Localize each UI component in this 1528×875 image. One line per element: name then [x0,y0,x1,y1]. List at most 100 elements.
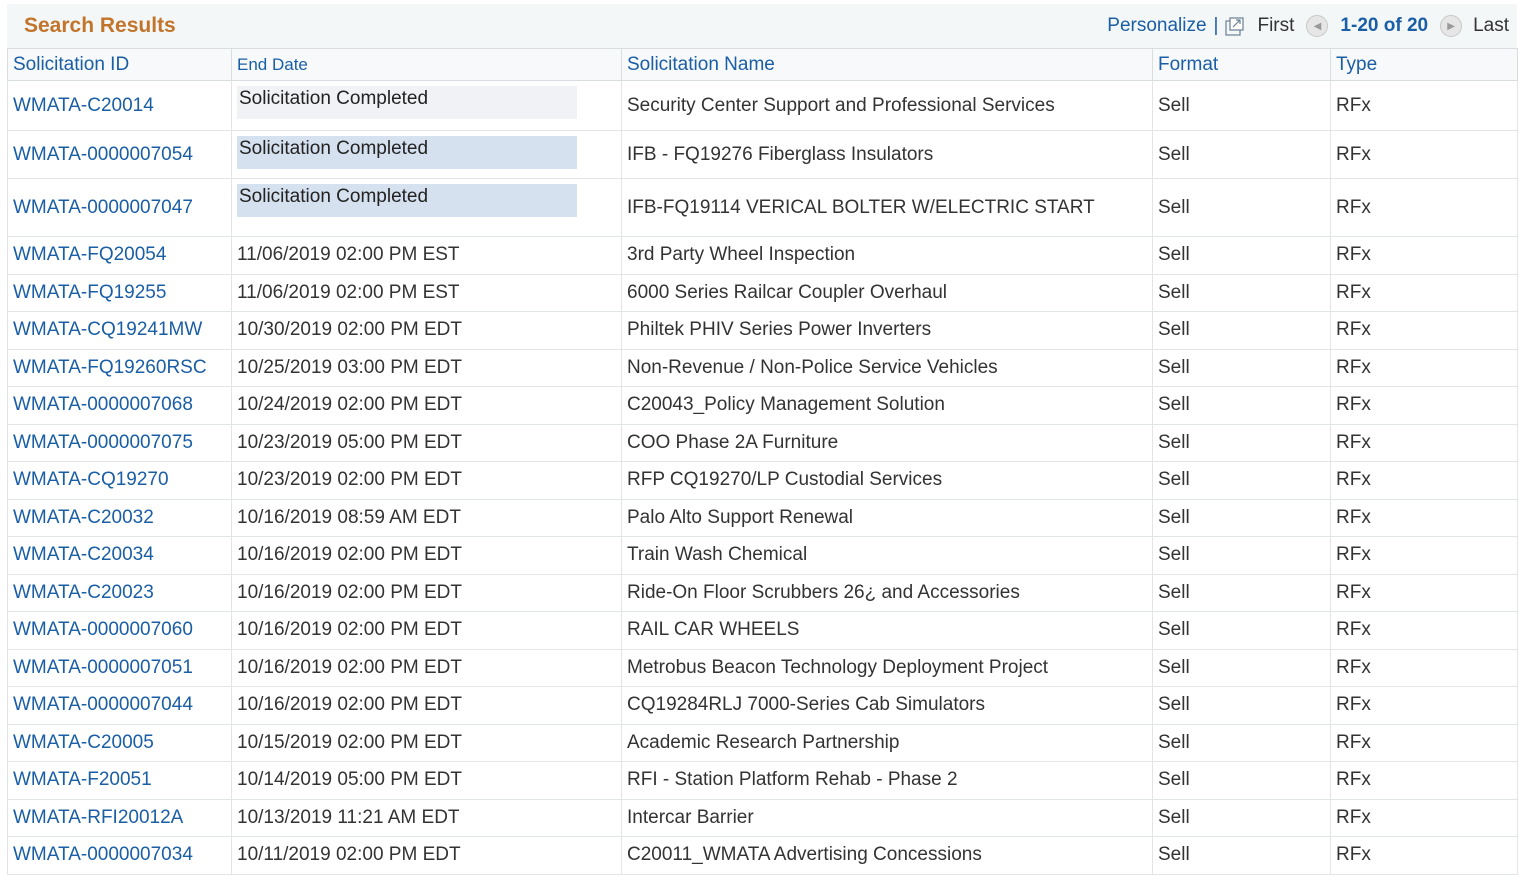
end-date-cell: 10/23/2019 02:00 PM EDT [231,461,622,500]
table-row: WMATA-FQ20054 11/06/2019 02:00 PM EST 3rd … [7,236,1518,275]
solicitation-name-cell: Train Wash Chemical [621,536,1153,575]
type-cell: RFx [1330,311,1518,350]
format-cell: Sell [1152,611,1331,650]
table-row: WMATA-F20051 10/14/2019 05:00 PM EDT RFI -… [7,761,1518,800]
personalize-link[interactable]: Personalize [1107,15,1206,37]
solicitation-name-cell: Intercar Barrier [621,798,1153,837]
format-cell: Sell [1152,536,1331,575]
solicitation-id-link[interactable]: WMATA-0000007044 [7,686,232,725]
column-header-end-date[interactable]: End Date [231,48,622,81]
column-header-solicitation-id[interactable]: Solicitation ID [7,48,232,81]
end-date-cell: 10/24/2019 02:00 PM EDT [231,386,622,425]
solicitation-name-cell: Metrobus Beacon Technology Deployment Pr… [621,648,1153,687]
row-range: 1-20 of 20 [1340,15,1429,36]
nav-separator: | [1213,15,1219,36]
solicitation-id-link[interactable]: WMATA-0000007068 [7,386,232,425]
type-cell: RFx [1330,611,1518,650]
table-row: WMATA-0000007034 10/11/2019 02:00 PM EDT C… [7,836,1518,875]
search-results-grid: Search Results Personalize | First ◀ 1-2… [7,4,1518,875]
solicitation-id-link[interactable]: WMATA-C20034 [7,536,232,575]
end-date-cell: 10/16/2019 08:59 AM EDT [231,498,622,537]
table-row: WMATA-FQ19260RSC 10/25/2019 03:00 PM EDT N… [7,348,1518,387]
format-cell: Sell [1152,798,1331,837]
type-cell: RFx [1330,798,1518,837]
format-cell: Sell [1152,723,1331,762]
results-table: Solicitation ID End Date Solicitation Na… [7,48,1518,875]
format-cell: Sell [1152,686,1331,725]
column-header-solicitation-name[interactable]: Solicitation Name [621,48,1153,81]
format-cell: Sell [1152,80,1331,131]
solicitation-name-cell: IFB - FQ19276 Fiberglass Insulators [621,130,1153,179]
popout-window-icon[interactable] [1225,16,1245,36]
end-date-cell: 10/15/2019 02:00 PM EDT [231,723,622,762]
solicitation-id-link[interactable]: WMATA-CQ19270 [7,461,232,500]
column-header-type[interactable]: Type [1330,48,1518,81]
solicitation-id-link[interactable]: WMATA-0000007047 [7,178,232,237]
type-cell: RFx [1330,348,1518,387]
end-date-cell: Solicitation Completed [231,80,622,131]
type-cell: RFx [1330,236,1518,275]
solicitation-id-link[interactable]: WMATA-0000007075 [7,423,232,462]
table-row: WMATA-C20034 10/16/2019 02:00 PM EDT Train… [7,536,1518,575]
solicitation-name-cell: C20011_WMATA Advertising Concessions [621,836,1153,875]
end-date-cell: Solicitation Completed [231,178,622,237]
solicitation-id-link[interactable]: WMATA-0000007051 [7,648,232,687]
table-row: WMATA-0000007068 10/24/2019 02:00 PM EDT C… [7,386,1518,425]
arrow-right-icon[interactable]: ▶ [1440,15,1463,37]
table-header-row: Solicitation ID End Date Solicitation Na… [7,48,1518,81]
solicitation-id-link[interactable]: WMATA-RFI20012A [7,798,232,837]
table-row: WMATA-C20014 Solicitation Completed Securi… [7,80,1518,131]
solicitation-id-link[interactable]: WMATA-FQ19255 [7,273,232,312]
solicitation-name-cell: CQ19284RLJ 7000-Series Cab Simulators [621,686,1153,725]
table-row: WMATA-CQ19241MW 10/30/2019 02:00 PM EDT Ph… [7,311,1518,350]
grid-title-bar: Search Results Personalize | First ◀ 1-2… [7,4,1517,48]
format-cell: Sell [1152,761,1331,800]
end-date-cell: 10/16/2019 02:00 PM EDT [231,686,622,725]
first-page-link[interactable]: First [1257,15,1294,37]
format-cell: Sell [1152,498,1331,537]
solicitation-name-cell: Non-Revenue / Non-Police Service Vehicle… [621,348,1153,387]
solicitation-id-link[interactable]: WMATA-0000007054 [7,130,232,179]
solicitation-name-cell: IFB-FQ19114 VERICAL BOLTER W/ELECTRIC ST… [621,178,1153,237]
end-date-cell: 10/16/2019 02:00 PM EDT [231,573,622,612]
solicitation-id-link[interactable]: WMATA-CQ19241MW [7,311,232,350]
solicitation-id-link[interactable]: WMATA-C20014 [7,80,232,131]
type-cell: RFx [1330,386,1518,425]
table-row: WMATA-0000007044 10/16/2019 02:00 PM EDT C… [7,686,1518,725]
status-badge: Solicitation Completed [237,184,577,217]
format-cell: Sell [1152,130,1331,179]
type-cell: RFx [1330,130,1518,179]
solicitation-name-cell: Academic Research Partnership [621,723,1153,762]
end-date-cell: 10/30/2019 02:00 PM EDT [231,311,622,350]
format-cell: Sell [1152,836,1331,875]
format-cell: Sell [1152,311,1331,350]
format-cell: Sell [1152,573,1331,612]
solicitation-id-link[interactable]: WMATA-0000007060 [7,611,232,650]
solicitation-id-link[interactable]: WMATA-C20005 [7,723,232,762]
last-page-link[interactable]: Last [1473,15,1509,37]
solicitation-name-cell: Ride-On Floor Scrubbers 26¿ and Accessor… [621,573,1153,612]
end-date-cell: Solicitation Completed [231,130,622,179]
format-cell: Sell [1152,386,1331,425]
end-date-cell: 10/25/2019 03:00 PM EDT [231,348,622,387]
type-cell: RFx [1330,536,1518,575]
grid-navigation: Personalize | First ◀ 1-20 of 20 ▶ Last [1107,15,1509,37]
solicitation-id-link[interactable]: WMATA-FQ19260RSC [7,348,232,387]
end-date-cell: 10/16/2019 02:00 PM EDT [231,611,622,650]
format-cell: Sell [1152,236,1331,275]
table-row: WMATA-CQ19270 10/23/2019 02:00 PM EDT RFP … [7,461,1518,500]
arrow-left-icon[interactable]: ◀ [1306,15,1329,37]
solicitation-id-link[interactable]: WMATA-C20023 [7,573,232,612]
solicitation-id-link[interactable]: WMATA-0000007034 [7,836,232,875]
format-cell: Sell [1152,273,1331,312]
column-header-format[interactable]: Format [1152,48,1331,81]
end-date-cell: 10/16/2019 02:00 PM EDT [231,648,622,687]
table-row: WMATA-0000007051 10/16/2019 02:00 PM EDT M… [7,648,1518,687]
status-badge: Solicitation Completed [237,136,577,169]
end-date-cell: 10/13/2019 11:21 AM EDT [231,798,622,837]
solicitation-id-link[interactable]: WMATA-C20032 [7,498,232,537]
type-cell: RFx [1330,80,1518,131]
solicitation-id-link[interactable]: WMATA-FQ20054 [7,236,232,275]
solicitation-id-link[interactable]: WMATA-F20051 [7,761,232,800]
end-date-cell: 10/11/2019 02:00 PM EDT [231,836,622,875]
